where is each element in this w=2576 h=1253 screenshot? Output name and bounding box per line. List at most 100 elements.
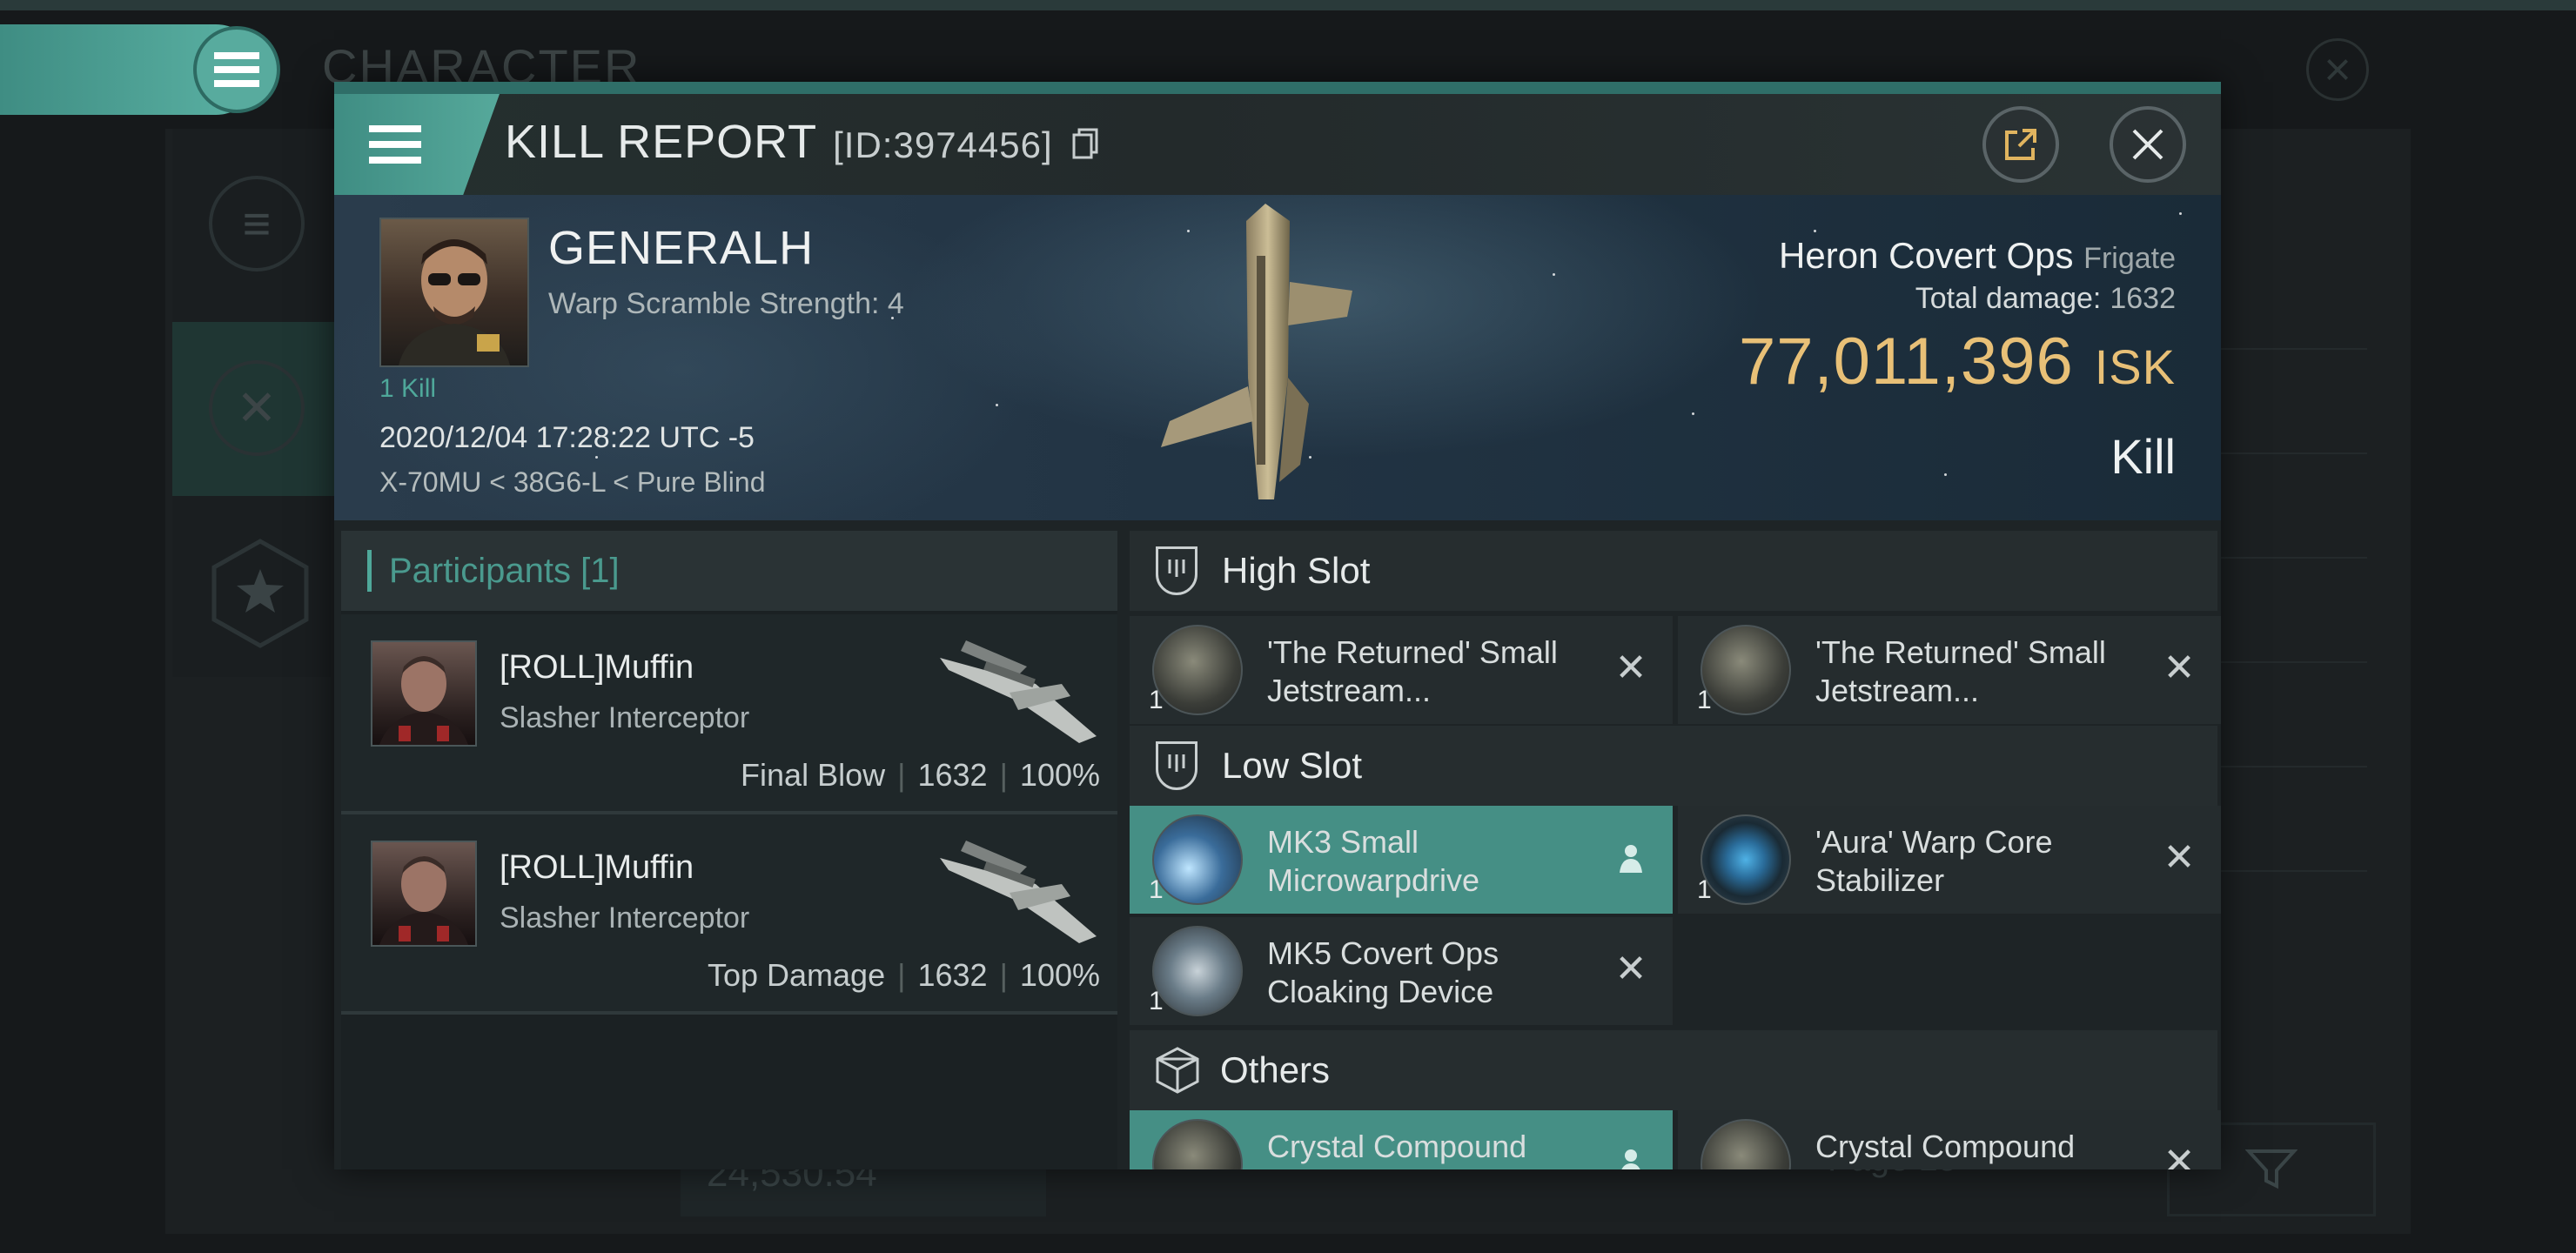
victim-ship: Heron Covert Ops Frigate — [1779, 235, 2176, 277]
participant-name: [ROLL]Muffin — [500, 849, 694, 886]
participant-stats: Final Blow | 1632 | 100% — [741, 757, 1100, 793]
dropped-icon — [1610, 1142, 1652, 1169]
participants-header-bar — [367, 550, 372, 592]
share-icon — [2005, 129, 2036, 160]
victim-avatar — [399, 239, 510, 365]
item-quantity: 1 — [1697, 686, 1712, 714]
victim-portrait[interactable] — [379, 218, 529, 367]
participant-damage: 1632 — [917, 957, 988, 993]
title-text: KILL REPORT — [505, 116, 818, 168]
item-icon — [1152, 1119, 1243, 1169]
participants-title: Participants [1] — [389, 551, 620, 590]
low-slot-icon — [1156, 741, 1197, 790]
item-quantity: 1 — [1697, 875, 1712, 904]
sidebar-combat-icon[interactable]: ✕ — [209, 360, 305, 456]
sidebar-star-icon[interactable] — [209, 538, 312, 649]
high-slot-icon — [1156, 546, 1197, 595]
module-icon — [1152, 625, 1243, 715]
close-button[interactable] — [2110, 106, 2186, 183]
copy-icon[interactable] — [1072, 128, 1098, 159]
high-slot-label: High Slot — [1222, 550, 1371, 591]
item-name: MK5 Covert Ops Cloaking Device — [1267, 935, 1499, 1009]
participant-avatar — [371, 841, 477, 947]
item-name: Crystal Compound — [1267, 1129, 1527, 1164]
isk-unit: ISK — [2094, 339, 2176, 394]
participant-row[interactable]: [ROLL]Muffin Slasher Interceptor Final B… — [341, 614, 1117, 814]
module-icon — [1152, 814, 1243, 905]
main-menu-button[interactable] — [193, 26, 280, 113]
total-damage-value: 1632 — [2110, 282, 2176, 315]
participant-damage: 1632 — [917, 757, 988, 793]
item-name: 'The Returned' Small Jetstream... — [1815, 634, 2106, 708]
participant-percent: 100% — [1019, 957, 1100, 993]
destroyed-icon: ✕ — [1614, 647, 1647, 689]
kill-datetime: 2020/12/04 17:28:22 UTC -5 — [379, 421, 755, 454]
isk-amount: 77,011,396 — [1739, 325, 2074, 399]
victim-kill-count: 1 Kill — [379, 374, 437, 403]
character-close-icon[interactable]: × — [2306, 38, 2369, 101]
destroyed-icon: ✕ — [2163, 1141, 2196, 1170]
item-quantity: 1 — [1149, 686, 1164, 714]
participant-ship: Slasher Interceptor — [500, 901, 750, 935]
kill-location[interactable]: X-70MU < 38G6-L < Pure Blind — [379, 466, 765, 499]
cargo-item[interactable]: Crystal Compound ✕ — [1678, 1110, 2221, 1169]
participants-header: Participants [1] — [341, 531, 1117, 611]
filter-icon — [2245, 1149, 2298, 1189]
kill-report-modal: KILL REPORT [ID:3974456] GENERALH Warp S… — [334, 82, 2221, 1169]
participant-avatar — [371, 640, 477, 747]
item-name: 'Aura' Warp Core Stabilizer — [1815, 824, 2053, 898]
high-slot-item[interactable]: 1 'The Returned' Small Jetstream... ✕ — [1678, 616, 2221, 724]
item-quantity: 1 — [1149, 987, 1164, 1015]
low-slot-header: Low Slot — [1130, 726, 2217, 806]
high-slot-header: High Slot — [1130, 531, 2217, 611]
participant-name: [ROLL]Muffin — [500, 649, 694, 686]
others-header: Others — [1130, 1030, 2217, 1110]
isk-value: 77,011,396 ISK — [1739, 324, 2176, 399]
participant-tag: Final Blow — [741, 757, 886, 793]
share-button[interactable] — [1982, 106, 2059, 183]
hamburger-icon — [369, 125, 421, 164]
module-icon — [1701, 814, 1791, 905]
item-quantity: 1 — [1149, 875, 1164, 904]
participant-tag: Top Damage — [707, 957, 886, 993]
modal-accent-bar — [334, 82, 2221, 94]
destroyed-icon: ✕ — [2163, 836, 2196, 879]
item-name: Crystal Compound — [1815, 1129, 2076, 1164]
participant-row[interactable]: [ROLL]Muffin Slasher Interceptor Top Dam… — [341, 814, 1117, 1015]
hamburger-icon — [214, 52, 259, 87]
participant-stats: Top Damage | 1632 | 100% — [707, 957, 1100, 993]
module-icon — [1701, 625, 1791, 715]
low-slot-label: Low Slot — [1222, 745, 1363, 786]
item-name: MK3 Small Microwarpdrive — [1267, 824, 1480, 898]
participant-ship-image — [940, 640, 1097, 743]
participant-percent: 100% — [1019, 757, 1100, 793]
warp-scramble-strength: Warp Scramble Strength: 4 — [548, 287, 904, 320]
participant-ship-image — [940, 841, 1097, 943]
kill-id: [ID:3974456] — [833, 124, 1053, 165]
total-damage: Total damage: 1632 — [1915, 282, 2176, 316]
cargo-box-icon — [1156, 1047, 1199, 1094]
destroyed-icon: ✕ — [1614, 948, 1647, 990]
top-bar — [0, 0, 2576, 10]
low-slot-item[interactable]: 1 MK3 Small Microwarpdrive — [1130, 806, 1673, 914]
cargo-item[interactable]: Crystal Compound — [1130, 1110, 1673, 1169]
low-slot-item[interactable]: 1 MK5 Covert Ops Cloaking Device ✕ — [1130, 917, 1673, 1025]
module-icon — [1152, 926, 1243, 1016]
total-damage-label: Total damage: — [1915, 282, 2102, 315]
sidebar-list-icon[interactable]: ≡ — [209, 176, 305, 271]
destroyed-icon: ✕ — [2163, 647, 2196, 689]
item-name: 'The Returned' Small Jetstream... — [1267, 634, 1558, 708]
victim-name[interactable]: GENERALH — [548, 221, 814, 275]
ship-name: Heron Covert Ops — [1779, 235, 2074, 276]
item-icon — [1701, 1119, 1791, 1169]
high-slot-item[interactable]: 1 'The Returned' Small Jetstream... ✕ — [1130, 616, 1673, 724]
kill-outcome: Kill — [2110, 429, 2176, 484]
participant-ship: Slasher Interceptor — [500, 701, 750, 734]
close-icon — [2132, 129, 2163, 160]
low-slot-item[interactable]: 1 'Aura' Warp Core Stabilizer ✕ — [1678, 806, 2221, 914]
others-label: Others — [1220, 1049, 1331, 1090]
dropped-icon — [1610, 837, 1652, 879]
kill-report-title: KILL REPORT [ID:3974456] — [505, 115, 1098, 169]
victim-ship-image — [1161, 204, 1352, 499]
ship-class: Frigate — [2083, 242, 2176, 275]
